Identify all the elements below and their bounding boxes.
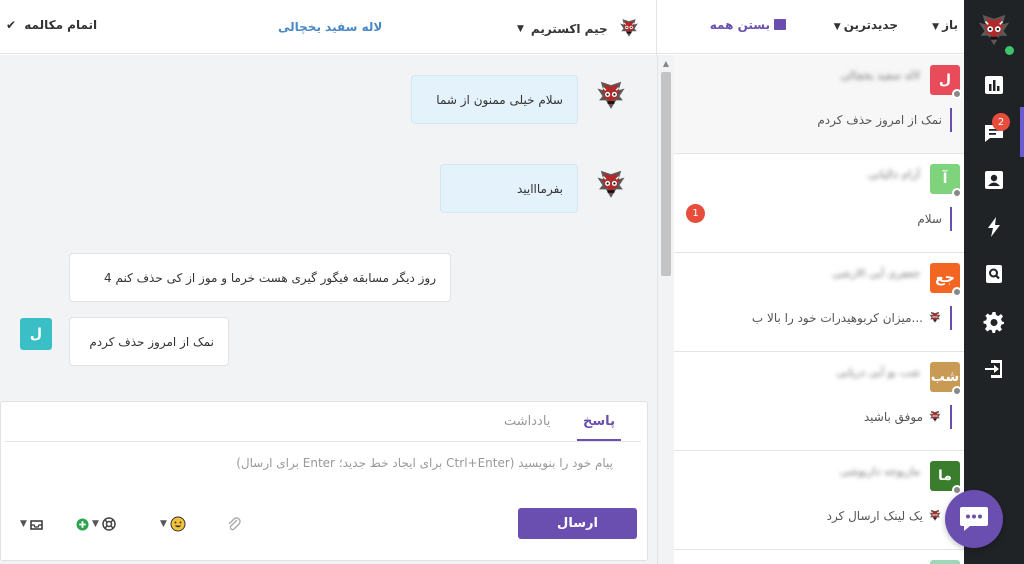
conversation-item[interactable]: [674, 550, 964, 564]
tab-reply[interactable]: پاسخ: [577, 414, 621, 441]
live-chat-button[interactable]: [945, 490, 1003, 548]
contact-name: لاله سفید یخچالی: [840, 69, 920, 82]
last-message: موفق باشید: [864, 405, 952, 429]
status-dot: [952, 386, 962, 396]
chevron-down-icon: ▼: [932, 22, 940, 32]
notification-badge: 2: [992, 113, 1010, 131]
status-filter[interactable]: ▼ باز: [929, 18, 958, 32]
message-bubble: 4 روز دیگر مسابقه فیگور گیری هست خرما و …: [69, 253, 451, 302]
contact-name: ماریوجه داریوشی: [840, 465, 920, 478]
status-dot: [952, 188, 962, 198]
add-action-menu[interactable]: ▼: [76, 516, 116, 532]
logout-icon[interactable]: [980, 355, 1008, 383]
canned-menu[interactable]: ▼: [17, 516, 43, 532]
online-status-dot: [1005, 46, 1014, 55]
conversation-list-header: ▼ باز ▼ جدیدترین بستن همه: [657, 0, 964, 54]
contact-name: جعفری آیی الارشی: [832, 267, 920, 280]
agent-avatar: [928, 410, 942, 424]
search-doc-icon[interactable]: [980, 260, 1008, 288]
last-message: میزان کربوهیدرات خود را بالا ب...: [752, 306, 952, 330]
lifebuoy-icon: [102, 517, 116, 531]
contact-name: شب بو آبی دریایی: [836, 366, 920, 379]
chevron-down-icon: ▼: [833, 22, 841, 32]
contact-avatar: [930, 560, 960, 564]
contact-name[interactable]: لاله سفید یخچالی: [278, 20, 382, 34]
sort-dropdown[interactable]: ▼ جدیدترین: [831, 18, 898, 32]
chat-header: ✔ اتمام مکالمه لاله سفید یخچالی ▼ جیم اک…: [0, 0, 657, 54]
message-bubble: سلام خیلی ممنون از شما: [411, 75, 578, 124]
contact-card-icon[interactable]: [980, 166, 1008, 194]
agent-avatar: [594, 80, 628, 114]
agent-avatar: [928, 311, 942, 325]
bar-chart-icon[interactable]: [980, 71, 1008, 99]
emoji-icon: [170, 516, 186, 532]
conversation-item[interactable]: ل لاله سفید یخچالی نمک از امروز حذف کردم: [674, 55, 964, 154]
message-bubble: بفرمااایید: [440, 164, 578, 213]
emoji-picker[interactable]: ▼: [157, 516, 186, 532]
gear-icon[interactable]: [980, 308, 1008, 336]
chevron-down-icon: ▼: [517, 24, 524, 34]
scrollbar-thumb[interactable]: [661, 72, 671, 276]
agent-avatar: [594, 169, 628, 203]
contact-name: آرام دالیانی: [868, 168, 920, 181]
agent-selector[interactable]: ▼ جیم اکستریم: [514, 18, 640, 40]
agent-avatar: [928, 509, 942, 523]
active-indicator: [1020, 107, 1024, 157]
message-input[interactable]: [13, 452, 613, 474]
conversation-item[interactable]: شب شب بو آبی دریایی موفق باشید: [674, 352, 964, 451]
send-button[interactable]: ارسال: [518, 508, 637, 539]
last-message: نمک از امروز حذف کردم: [817, 108, 952, 132]
contact-avatar: ل: [20, 318, 52, 350]
chat-bubble-icon: [960, 507, 988, 531]
chevron-down-icon: ▼: [160, 519, 167, 529]
archive-icon: [774, 19, 786, 30]
lightning-icon[interactable]: [980, 213, 1008, 241]
chevron-down-icon: ▼: [20, 519, 27, 529]
inbox-icon: [30, 519, 43, 530]
check-icon: ✔: [6, 18, 17, 32]
close-all-button[interactable]: بستن همه: [710, 18, 786, 32]
last-message: یک لینک ارسال کرد: [827, 504, 952, 528]
conversation-item[interactable]: ما ماریوجه داریوشی یک لینک ارسال کرد: [674, 451, 964, 550]
status-dot: [952, 89, 962, 99]
status-dot: [952, 287, 962, 297]
attachment-icon[interactable]: [226, 516, 242, 532]
divider: [5, 441, 641, 442]
chevron-down-icon: ▼: [92, 519, 99, 529]
agent-avatar: [618, 18, 640, 40]
reply-box: پاسخ یادداشت ارسال ▼ ▼ ▼: [0, 401, 648, 561]
unread-badge: 1: [686, 204, 705, 223]
plus-circle-icon: [76, 517, 89, 531]
message-bubble: نمک از امروز حذف کردم: [69, 317, 229, 366]
conversation-item[interactable]: آ آرام دالیانی سلام 1: [674, 154, 964, 253]
conversation-item[interactable]: جع جعفری آیی الارشی میزان کربوهیدرات خود…: [674, 253, 964, 352]
finish-chat-button[interactable]: ✔ اتمام مکالمه: [6, 18, 97, 32]
tab-note[interactable]: یادداشت: [504, 414, 550, 429]
scroll-up-icon[interactable]: ▲: [661, 60, 671, 68]
last-message: سلام: [917, 207, 952, 231]
main-sidebar: [964, 0, 1024, 564]
